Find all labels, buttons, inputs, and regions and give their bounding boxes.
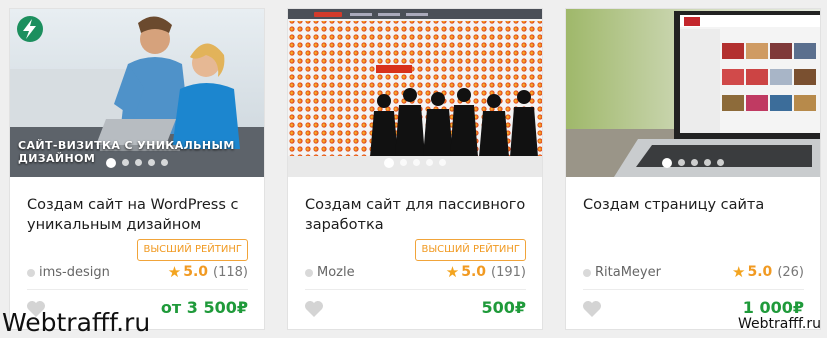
rating: ★ 5.0 (118) <box>168 263 248 281</box>
rating: ★ 5.0 (191) <box>446 263 526 281</box>
carousel-dots[interactable] <box>10 158 264 168</box>
star-icon: ★ <box>167 263 182 281</box>
star-icon: ★ <box>445 263 460 281</box>
star-icon: ★ <box>732 263 746 281</box>
watermark: Webtrafff.ru <box>738 316 821 332</box>
gig-card[interactable]: САЙТ-ВИЗИТКА С УНИКАЛЬНЫМ ДИЗАЙНОМ Созда… <box>9 8 265 330</box>
thumbnail-image <box>288 9 542 177</box>
seller[interactable]: RitaMeyer <box>583 265 661 280</box>
top-rated-badge: ВЫСШИЙ РЕЙТИНГ <box>415 239 526 261</box>
gig-title[interactable]: Создам сайт на WordPress с уникальным ди… <box>27 195 252 235</box>
gig-title[interactable]: Создам страницу сайта <box>583 195 808 215</box>
carousel-dot[interactable] <box>691 159 698 166</box>
divider <box>305 289 526 290</box>
carousel-dot[interactable] <box>662 158 672 168</box>
heart-icon[interactable] <box>304 300 324 322</box>
carousel-dot[interactable] <box>122 159 129 166</box>
review-count: (191) <box>491 264 526 280</box>
gig-card[interactable]: Создам сайт для пассивного заработка ВЫС… <box>287 8 543 330</box>
online-status-icon <box>583 268 591 277</box>
carousel-dots[interactable] <box>566 158 820 168</box>
gig-title[interactable]: Создам сайт для пассивного заработка <box>305 195 530 235</box>
carousel-dot[interactable] <box>161 159 168 166</box>
thumbnail-image <box>566 9 820 177</box>
price: 500₽ <box>481 298 526 317</box>
divider <box>583 289 804 290</box>
carousel-dots[interactable] <box>288 158 542 168</box>
watermark: Webtrafff.ru <box>2 308 151 337</box>
seller-name[interactable]: Mozle <box>317 265 355 280</box>
review-count: (26) <box>777 264 804 280</box>
carousel-dot[interactable] <box>135 159 142 166</box>
seller[interactable]: Mozle <box>305 265 355 280</box>
gig-thumbnail[interactable]: САЙТ-ВИЗИТКА С УНИКАЛЬНЫМ ДИЗАЙНОМ <box>10 9 264 177</box>
carousel-dot[interactable] <box>106 158 116 168</box>
price: от 3 500₽ <box>160 298 248 317</box>
rating-score: 5.0 <box>747 264 773 280</box>
online-status-icon <box>27 268 35 277</box>
carousel-dot[interactable] <box>413 159 420 166</box>
carousel-dot[interactable] <box>384 158 394 168</box>
carousel-dot[interactable] <box>439 159 446 166</box>
seller[interactable]: ims-design <box>27 265 110 280</box>
gig-thumbnail[interactable] <box>288 9 542 177</box>
lightning-logo-icon <box>16 15 44 47</box>
divider <box>27 289 248 290</box>
heart-icon[interactable] <box>582 300 602 322</box>
carousel-dot[interactable] <box>704 159 711 166</box>
rating: ★ 5.0 (26) <box>732 263 804 281</box>
top-rated-badge: ВЫСШИЙ РЕЙТИНГ <box>137 239 248 261</box>
gig-thumbnail[interactable] <box>566 9 820 177</box>
rating-score: 5.0 <box>461 264 487 280</box>
price: 1 000₽ <box>742 298 804 317</box>
carousel-dot[interactable] <box>400 159 407 166</box>
carousel-dot[interactable] <box>717 159 724 166</box>
review-count: (118) <box>213 264 248 280</box>
gig-card[interactable]: Создам страницу сайта RitaMeyer ★ 5.0 (2… <box>565 8 821 330</box>
carousel-dot[interactable] <box>678 159 685 166</box>
seller-name[interactable]: ims-design <box>39 265 110 280</box>
seller-name[interactable]: RitaMeyer <box>595 265 661 280</box>
online-status-icon <box>305 268 313 277</box>
carousel-dot[interactable] <box>426 159 433 166</box>
rating-score: 5.0 <box>183 264 209 280</box>
carousel-dot[interactable] <box>148 159 155 166</box>
